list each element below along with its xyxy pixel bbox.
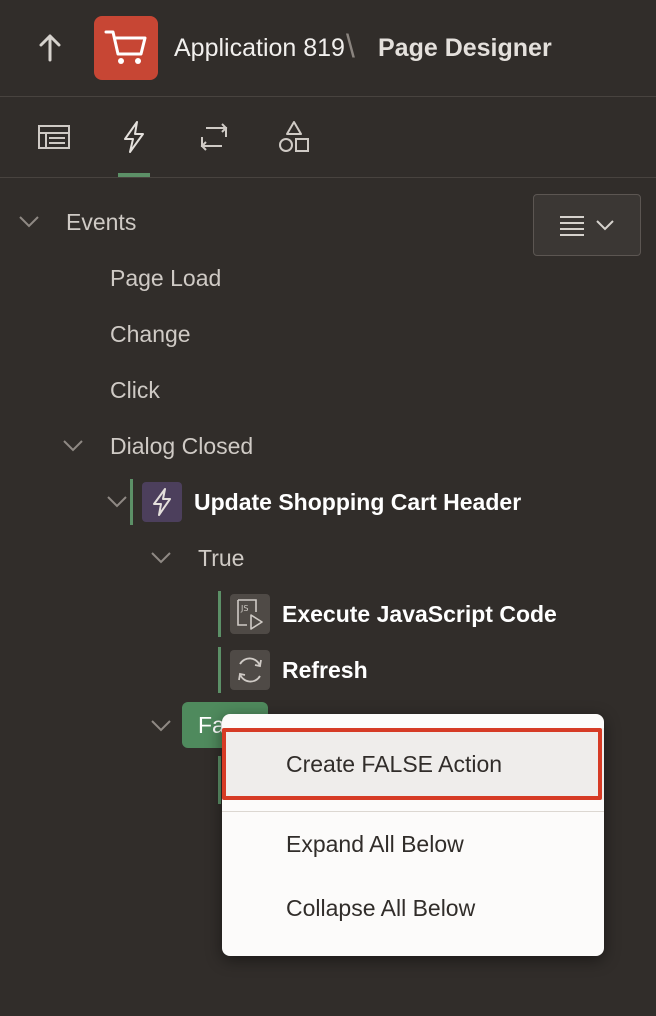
- chevron-down-icon[interactable]: [150, 719, 172, 733]
- execute-javascript-icon: JS: [237, 599, 263, 630]
- dynamic-actions-icon: [124, 121, 144, 153]
- action-badge: [230, 650, 270, 690]
- svg-text:JS: JS: [240, 604, 248, 613]
- shared-components-icon: [279, 121, 309, 152]
- menu-item-create-false-action[interactable]: Create FALSE Action: [222, 728, 604, 800]
- tab-processing[interactable]: [190, 97, 238, 177]
- rendering-tree-icon: [38, 125, 70, 149]
- action-badge: JS: [230, 594, 270, 634]
- tree-node-change[interactable]: Change: [110, 314, 191, 354]
- chevron-down-icon[interactable]: [106, 495, 128, 509]
- tree-node-refresh[interactable]: Refresh: [282, 650, 368, 690]
- tree-node-true[interactable]: True: [198, 538, 244, 578]
- tab-rendering[interactable]: [30, 97, 78, 177]
- tree-node-indicator: [218, 647, 221, 693]
- tab-shared-components[interactable]: [270, 97, 318, 177]
- refresh-icon: [238, 657, 262, 683]
- breadcrumb-separator: \: [346, 28, 355, 64]
- processing-icon: [200, 123, 228, 151]
- tree-node-click[interactable]: Click: [110, 370, 160, 410]
- tree-node-execute-javascript[interactable]: Execute JavaScript Code: [282, 594, 557, 634]
- tree-node-page-load[interactable]: Page Load: [110, 258, 221, 298]
- tree-node-indicator: [218, 756, 221, 804]
- chevron-down-icon[interactable]: [62, 439, 84, 453]
- hamburger-menu-icon: [560, 216, 584, 236]
- app-name-link[interactable]: Application 819: [174, 30, 345, 66]
- chevron-down-icon[interactable]: [150, 551, 172, 565]
- tree-node-indicator: [218, 591, 221, 637]
- tree-node-indicator: [130, 479, 133, 525]
- menu-item-collapse-all-below[interactable]: Collapse All Below: [222, 876, 604, 940]
- tree-node-events[interactable]: Events: [66, 202, 136, 242]
- context-menu: Create FALSE Action Expand All Below Col…: [222, 714, 604, 956]
- menu-item-expand-all-below[interactable]: Expand All Below: [222, 812, 604, 876]
- app-header: Application 819 \ Page Designer: [0, 0, 656, 97]
- dynamic-action-badge: [142, 482, 182, 522]
- tree-menu-button[interactable]: [533, 194, 641, 256]
- tree-node-dialog-closed[interactable]: Dialog Closed: [110, 426, 253, 466]
- shopping-cart-icon: [104, 30, 147, 64]
- tree-node-dynamic-action[interactable]: Update Shopping Cart Header: [194, 482, 521, 522]
- chevron-down-icon[interactable]: [18, 215, 40, 229]
- app-icon[interactable]: [94, 16, 158, 80]
- tab-dynamic-actions[interactable]: [110, 97, 158, 177]
- chevron-down-icon: [596, 220, 614, 231]
- panel-tabs: [0, 97, 656, 178]
- page-title: Page Designer: [378, 34, 552, 62]
- arrow-up-icon[interactable]: [36, 32, 64, 64]
- lightning-bolt-icon: [153, 488, 171, 516]
